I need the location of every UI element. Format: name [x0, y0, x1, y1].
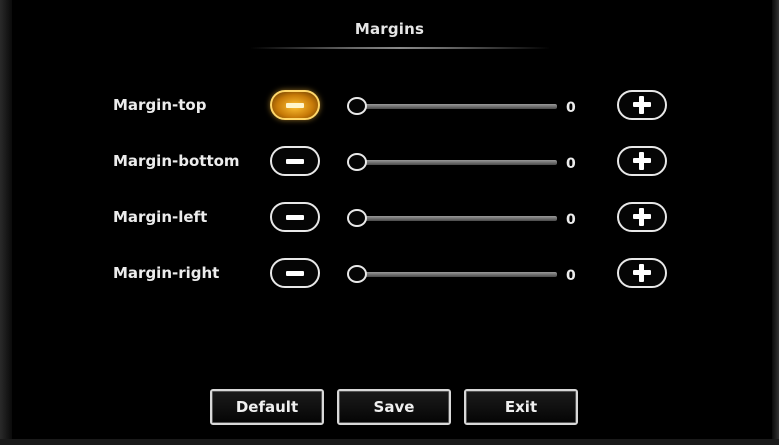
bezel-bottom: [0, 439, 779, 445]
slider-knob[interactable]: [347, 153, 367, 171]
margin-right-increase-button[interactable]: [617, 258, 667, 288]
margin-bottom-increase-button[interactable]: [617, 146, 667, 176]
margin-bottom-value: 0: [566, 156, 576, 172]
margin-right-row: Margin-right 0: [0, 254, 779, 294]
plus-icon: [633, 96, 651, 114]
margin-left-slider[interactable]: [347, 206, 557, 230]
slider-knob[interactable]: [347, 209, 367, 227]
margin-right-value: 0: [566, 268, 576, 284]
plus-icon: [633, 264, 651, 282]
margin-right-decrease-button[interactable]: [270, 258, 320, 288]
slider-knob[interactable]: [347, 265, 367, 283]
margin-bottom-decrease-button[interactable]: [270, 146, 320, 176]
margin-top-value: 0: [566, 100, 576, 116]
minus-icon: [286, 102, 304, 108]
margins-screen: Margins Margin-top 0 Margin-bottom 0 Mar…: [0, 0, 779, 445]
margin-right-label: Margin-right: [113, 264, 220, 282]
slider-track: [359, 272, 557, 277]
slider-knob[interactable]: [347, 97, 367, 115]
slider-track: [359, 216, 557, 221]
margin-left-increase-button[interactable]: [617, 202, 667, 232]
slider-track: [359, 104, 557, 109]
margin-bottom-slider[interactable]: [347, 150, 557, 174]
margin-top-row: Margin-top 0: [0, 86, 779, 126]
margin-top-increase-button[interactable]: [617, 90, 667, 120]
save-button[interactable]: Save: [337, 389, 451, 425]
margin-bottom-row: Margin-bottom 0: [0, 142, 779, 182]
minus-icon: [286, 158, 304, 164]
plus-icon: [633, 208, 651, 226]
minus-icon: [286, 270, 304, 276]
margin-left-label: Margin-left: [113, 208, 208, 226]
margin-left-value: 0: [566, 212, 576, 228]
margin-bottom-label: Margin-bottom: [113, 152, 240, 170]
margin-top-label: Margin-top: [113, 96, 207, 114]
page-title: Margins: [354, 20, 425, 38]
margin-top-slider[interactable]: [347, 94, 557, 118]
title-divider: [250, 47, 550, 49]
minus-icon: [286, 214, 304, 220]
slider-track: [359, 160, 557, 165]
margin-left-decrease-button[interactable]: [270, 202, 320, 232]
exit-button[interactable]: Exit: [464, 389, 578, 425]
margin-right-slider[interactable]: [347, 262, 557, 286]
margin-top-decrease-button[interactable]: [270, 90, 320, 120]
default-button[interactable]: Default: [210, 389, 324, 425]
plus-icon: [633, 152, 651, 170]
margin-left-row: Margin-left 0: [0, 198, 779, 238]
